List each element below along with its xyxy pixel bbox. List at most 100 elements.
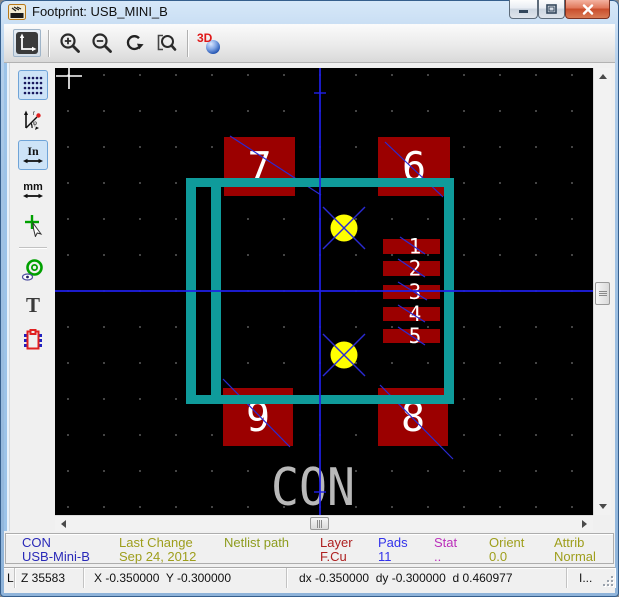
grid-dot: [463, 434, 464, 435]
grid-dot: [139, 218, 140, 219]
units-in-label: In: [27, 144, 39, 158]
text-tool-button[interactable]: T: [18, 290, 48, 320]
zoom-fit-button[interactable]: [152, 29, 180, 57]
polar-coords-button[interactable]: r φ: [18, 105, 48, 135]
grid-dot: [175, 254, 176, 255]
show-pads-button[interactable]: [18, 255, 48, 285]
grid-dot: [67, 110, 68, 111]
grid-dot: [283, 254, 284, 255]
grid-origin-button[interactable]: [13, 29, 41, 57]
zoom-out-icon: [90, 31, 114, 55]
resize-grip[interactable]: [601, 574, 613, 586]
zoom-fit-icon: [154, 31, 178, 55]
grid-toggle-button[interactable]: [18, 70, 48, 100]
units-inch-icon: In: [21, 143, 45, 167]
pad-number: 4: [409, 302, 422, 326]
grid-dot: [103, 506, 104, 507]
grid-dot: [391, 362, 392, 363]
cursor-crosshair-icon: [21, 213, 45, 237]
canvas-area: 769812345CON: [55, 63, 611, 531]
minimize-button[interactable]: [509, 0, 538, 19]
grid-dot: [499, 218, 500, 219]
cursor-shape-button[interactable]: [18, 210, 48, 240]
footprint-check-button[interactable]: [18, 325, 48, 355]
scroll-up-button[interactable]: [594, 68, 611, 85]
grid-dot: [67, 182, 68, 183]
editor-canvas[interactable]: 769812345CON: [55, 68, 593, 515]
arrow-left-icon: [61, 520, 66, 528]
info-label: Orient: [489, 535, 524, 550]
grid-dot: [535, 110, 536, 111]
grid-dot: [103, 254, 104, 255]
grid-dot: [175, 506, 176, 507]
grid-dot: [103, 434, 104, 435]
grid-dot: [139, 434, 140, 435]
footprint-info-panel: CONUSB-Mini-BLast ChangeSep 24, 2012Netl…: [5, 533, 614, 564]
close-button[interactable]: [565, 0, 610, 19]
grid-dot: [463, 362, 464, 363]
units-inch-button[interactable]: In: [18, 140, 48, 170]
grid-dot: [463, 398, 464, 399]
grid-dot: [139, 74, 140, 75]
info-value: Sep 24, 2012: [119, 549, 196, 564]
maximize-icon: [546, 4, 557, 14]
grid-dot: [283, 362, 284, 363]
zoom-in-button[interactable]: [56, 29, 84, 57]
grid-dot: [499, 110, 500, 111]
vertical-scroll-thumb[interactable]: [595, 282, 610, 305]
grid-dot: [499, 362, 500, 363]
grid-dot: [139, 326, 140, 327]
reference-text[interactable]: CON: [271, 458, 355, 515]
pad-sketch-eye-icon: [21, 258, 45, 282]
vertical-scrollbar[interactable]: [593, 68, 611, 515]
grid-dot: [355, 470, 356, 471]
grid-dot: [499, 326, 500, 327]
grid-dot: [535, 470, 536, 471]
info-label: Stat: [434, 535, 457, 550]
grid-dot: [103, 146, 104, 147]
grid-dot: [247, 218, 248, 219]
app-icon: [8, 4, 26, 20]
info-value: 0.0: [489, 549, 507, 564]
grid-dot: [535, 326, 536, 327]
grid-dot: [355, 110, 356, 111]
grid-dot: [535, 254, 536, 255]
grid-dot: [499, 74, 500, 75]
zoom-out-button[interactable]: [88, 29, 116, 57]
grid-dot: [247, 362, 248, 363]
titlebar[interactable]: Footprint: USB_MINI_B: [0, 0, 619, 24]
grid-dot: [463, 74, 464, 75]
scroll-right-button[interactable]: [576, 516, 593, 531]
grid-dot: [103, 398, 104, 399]
scroll-left-button[interactable]: [55, 516, 72, 531]
horizontal-scrollbar[interactable]: [55, 515, 593, 531]
grid-dot: [571, 110, 572, 111]
grid-dot: [571, 434, 572, 435]
grid-dot: [175, 362, 176, 363]
grid-dot: [175, 146, 176, 147]
maximize-button[interactable]: [538, 0, 565, 19]
units-mm-button[interactable]: mm: [18, 175, 48, 205]
info-label: Last Change: [119, 535, 193, 550]
grid-dot: [355, 506, 356, 507]
toolbar-separator: [187, 30, 188, 57]
grid-dot: [247, 110, 248, 111]
show-3d-button[interactable]: 3D: [195, 29, 223, 57]
grid-dot: [535, 506, 536, 507]
status-cell-cursor: X -0.350000 Y -0.300000: [84, 568, 287, 588]
grid-dot: [427, 218, 428, 219]
redraw-button[interactable]: [120, 29, 148, 57]
grid-dot: [427, 74, 428, 75]
polar-coords-icon: r φ: [21, 108, 45, 132]
redraw-icon: [122, 31, 146, 55]
grid-dot: [571, 398, 572, 399]
scroll-down-button[interactable]: [594, 498, 611, 515]
grid-origin-icon: [15, 31, 39, 55]
horizontal-scroll-thumb[interactable]: [310, 517, 329, 530]
grid-dot: [463, 254, 464, 255]
grid-dot: [571, 326, 572, 327]
info-label: Netlist path: [224, 535, 289, 550]
info-value: 11: [378, 549, 392, 564]
info-value: F.Cu: [320, 549, 347, 564]
grid-dot: [175, 326, 176, 327]
